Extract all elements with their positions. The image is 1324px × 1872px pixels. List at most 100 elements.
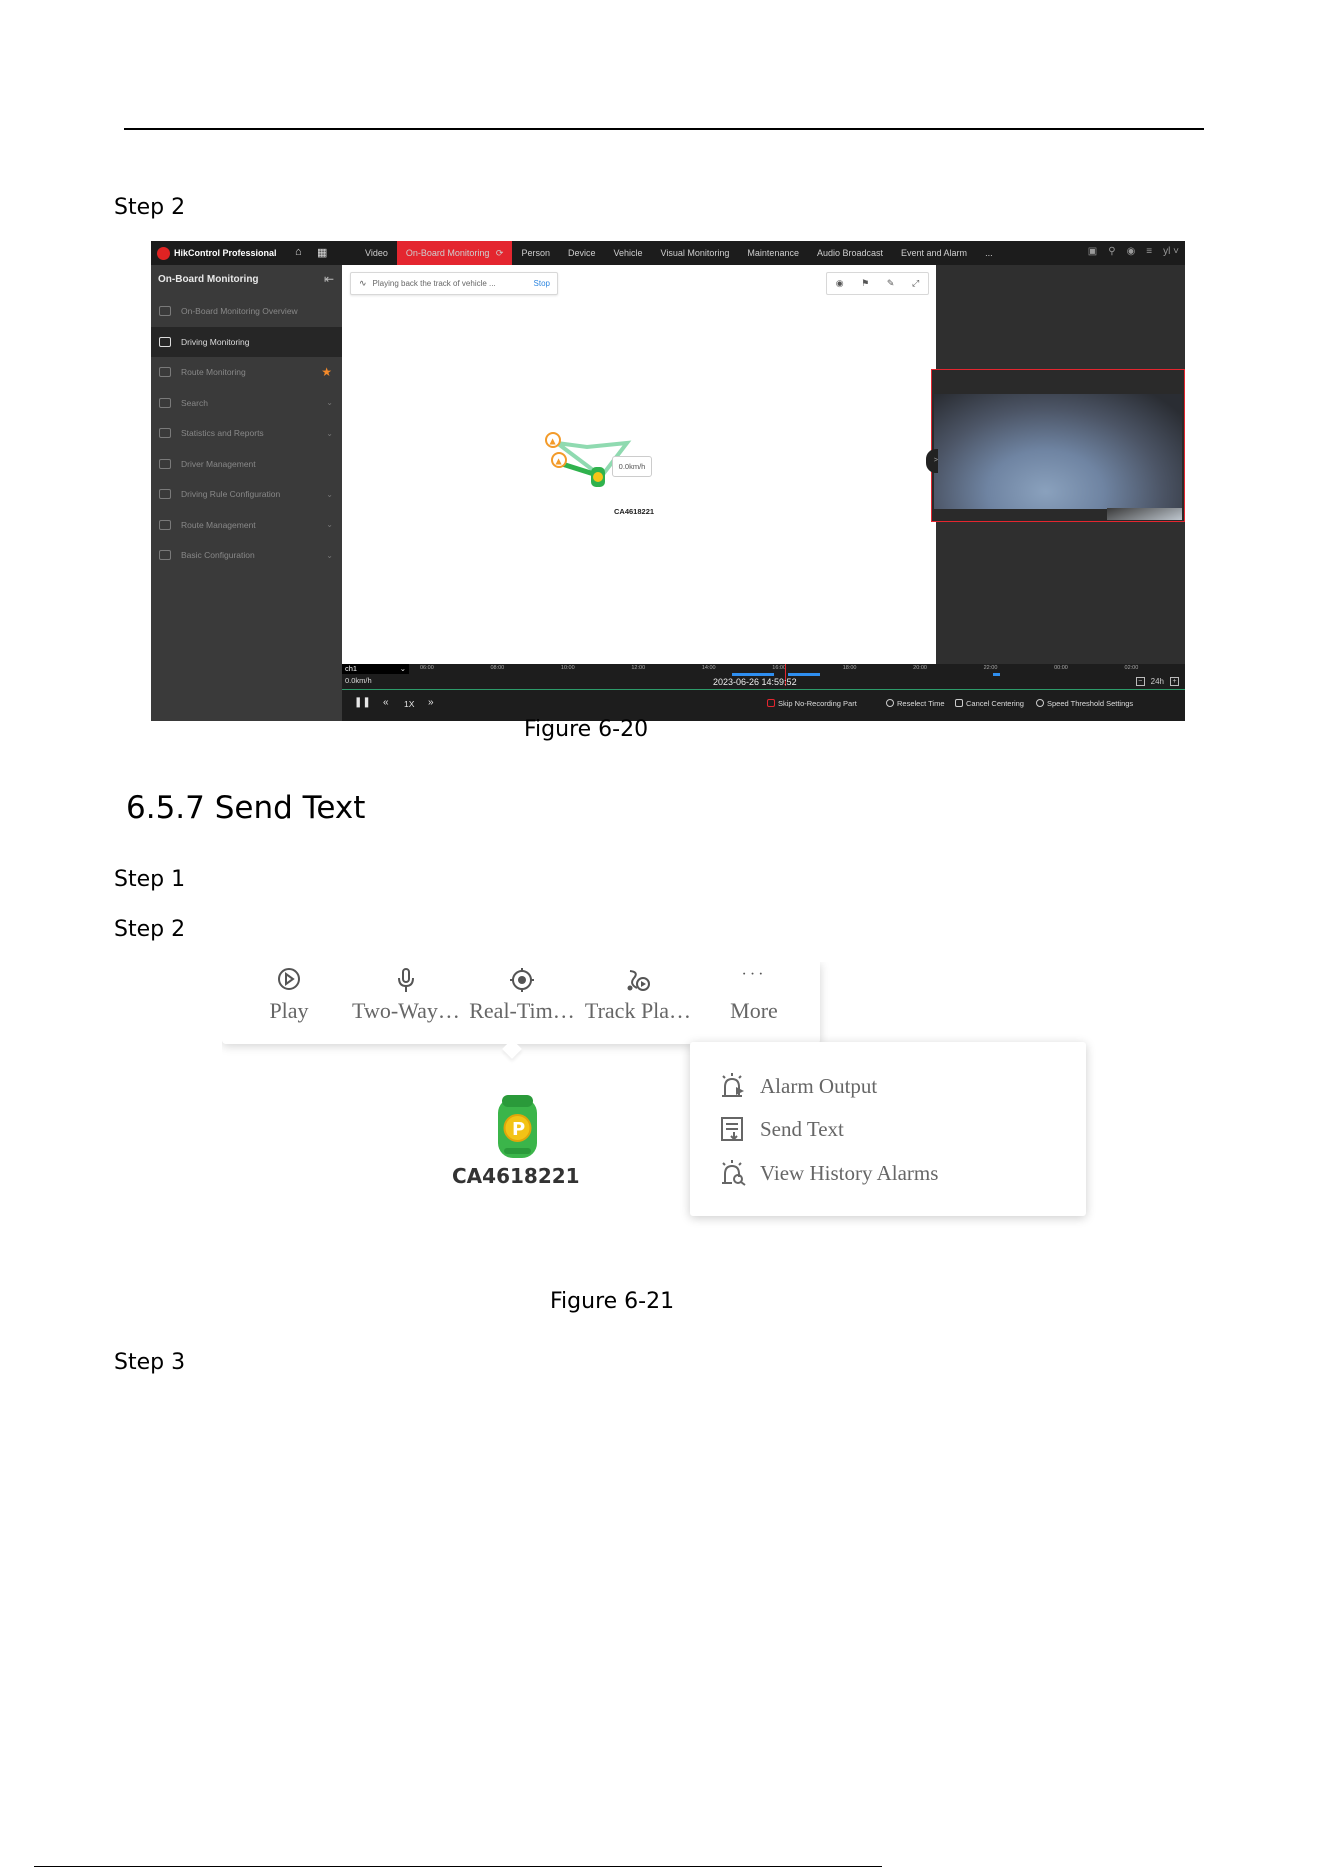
star-icon[interactable]: ★ [321, 365, 332, 379]
zoom-out-button[interactable]: − [1135, 677, 1145, 686]
collapse-sidebar-icon[interactable]: ⇤ [324, 272, 334, 286]
stop-playback-button[interactable]: Stop [534, 279, 550, 288]
footer-rule [34, 1866, 882, 1867]
menu-icon[interactable]: ≡ [1146, 246, 1152, 257]
screen-icon[interactable]: ▣ [1088, 246, 1097, 257]
edit-icon[interactable]: ✎ [887, 278, 895, 289]
chevron-down-icon[interactable]: ⌄ [326, 398, 333, 407]
rewind-button[interactable]: « [383, 697, 389, 708]
timeline-tick-label: 02:00 [1124, 665, 1139, 671]
speed-threshold-settings-button[interactable]: Speed Threshold Settings [1036, 699, 1133, 708]
refresh-icon[interactable]: ⟳ [492, 248, 504, 258]
zoom-in-button[interactable]: + [1170, 677, 1179, 686]
figure-caption: Figure 6-20 [524, 717, 649, 742]
more-action-label: More [730, 998, 778, 1023]
user-menu[interactable]: yl ˅ [1163, 246, 1179, 257]
current-time: 2023-06-26 14:59:52 [713, 677, 797, 687]
menu-item-alarm-output[interactable]: Alarm Output [720, 1071, 877, 1101]
vehicle-icon[interactable]: P [496, 1095, 539, 1161]
logo-icon [157, 246, 170, 260]
sidebar-item-icon [159, 397, 171, 408]
more-menu: Alarm Output Send Text View History Alar… [690, 1042, 1086, 1216]
sidebar-item[interactable]: Statistics and Reports ⌄ [151, 418, 342, 448]
vehicle-badge-icon [593, 472, 603, 482]
cancel-centering-button[interactable]: Cancel Centering [955, 699, 1024, 708]
tab-video[interactable]: Video [356, 241, 397, 265]
menu-item-send-text[interactable]: Send Text [720, 1114, 844, 1144]
skip-no-recording-checkbox[interactable]: Skip No-Recording Part [767, 699, 857, 708]
sidebar-item[interactable]: Route Monitoring ★ [151, 357, 342, 387]
section-heading: 6.5.7 Send Text [126, 790, 366, 826]
sidebar-item[interactable]: On-Board Monitoring Overview [151, 296, 342, 326]
sidebar-item-icon [159, 336, 171, 347]
tab-event-and-alarm[interactable]: Event and Alarm [892, 241, 976, 265]
flag-icon[interactable]: ⚑ [861, 278, 869, 289]
sidebar-item-icon [159, 458, 171, 469]
sidebar-item-label: Driver Management [181, 458, 256, 469]
reselect-time-button[interactable]: Reselect Time [886, 699, 945, 708]
more-action[interactable]: ··· More [696, 967, 812, 1024]
camera-feed-detail [1107, 508, 1182, 520]
sidebar-item[interactable]: Basic Configuration ⌄ [151, 540, 342, 570]
app-title: HikControl Professional [174, 248, 277, 258]
tab-person[interactable]: Person [512, 241, 559, 265]
sidebar-item[interactable]: Driving Rule Configuration ⌄ [151, 479, 342, 509]
cancel-centering-label: Cancel Centering [966, 699, 1024, 708]
expand-panel-icon[interactable]: > [926, 449, 938, 473]
chevron-down-icon[interactable]: ⌄ [326, 490, 333, 499]
sidebar-item[interactable]: Route Management ⌄ [151, 510, 342, 540]
step-label: Step 3 [114, 1350, 186, 1375]
clock-icon [886, 699, 894, 707]
video-window[interactable] [931, 369, 1185, 522]
progress-line [342, 689, 1185, 690]
search-icon[interactable]: ⚲ [1108, 246, 1115, 257]
channel-select[interactable]: ch1 ⌄ [342, 664, 409, 674]
timeline-tick-label: 00:00 [1054, 665, 1068, 671]
two-way-audio-action[interactable]: Two-Way… [348, 968, 464, 1024]
chevron-down-icon[interactable]: ⌄ [326, 551, 333, 560]
play-action[interactable]: Play [231, 968, 347, 1024]
chevron-down-icon[interactable]: ⌄ [326, 429, 333, 438]
vehicle-label: CA4618221 [614, 507, 655, 516]
top-navigation-bar: HikControl Professional ⌂ ▦ Video On-Boa… [151, 241, 1185, 265]
tab-audio-broadcast[interactable]: Audio Broadcast [808, 241, 892, 265]
sidebar-title: On-Board Monitoring [158, 274, 259, 285]
tab-vehicle[interactable]: Vehicle [605, 241, 652, 265]
tab-visual-monitoring[interactable]: Visual Monitoring [652, 241, 739, 265]
sidebar-item-label: Driving Rule Configuration [181, 489, 281, 499]
zoom-control: − 24h + [1135, 677, 1179, 686]
grid-menu-icon[interactable]: ▦ [317, 246, 327, 259]
toolbar-icons: ▣ ⚲ ◉ ≡ yl ˅ [1088, 246, 1179, 257]
microphone-icon-svg [398, 968, 414, 992]
checkbox-icon [767, 699, 775, 707]
tab-on-board-monitoring[interactable]: On-Board Monitoring ⟳ [396, 241, 513, 265]
sidebar-item[interactable]: Search ⌄ [151, 388, 342, 418]
eye-icon[interactable]: ◉ [836, 278, 844, 289]
fast-forward-button[interactable]: » [428, 697, 434, 708]
centering-icon [955, 699, 963, 707]
real-time-location-action[interactable]: Real-Tim… [464, 968, 580, 1024]
alarm-marker-glyph: ▲ [556, 457, 563, 466]
sidebar-item[interactable]: Driving Monitoring [151, 326, 342, 357]
vehicle-action-bar: Play Two-Way… Real-Tim… Track Pla… ··· M… [222, 962, 820, 1044]
recording-segment [993, 673, 1000, 676]
compass-icon[interactable]: ◉ [1127, 246, 1136, 257]
track-playback-action[interactable]: Track Pla… [580, 968, 696, 1024]
playback-speed[interactable]: 1X [404, 699, 414, 709]
menu-item-view-history-alarms[interactable]: View History Alarms [720, 1158, 938, 1188]
map-view[interactable]: ∿ Playing back the track of vehicle ... … [342, 265, 936, 664]
timeline-tick-label: 16:00 [772, 665, 787, 671]
sidebar-item-label: Statistics and Reports [181, 428, 264, 438]
chevron-down-icon[interactable]: ⌄ [326, 520, 333, 529]
tab-device[interactable]: Device [559, 241, 605, 265]
zoom-level: 24h [1150, 677, 1164, 686]
pause-button[interactable]: ❚❚ [354, 697, 371, 708]
sidebar-item-icon [159, 428, 171, 438]
tab-maintenance[interactable]: Maintenance [738, 241, 808, 265]
sidebar-item-icon [159, 306, 171, 316]
tab-more[interactable]: ... [976, 241, 1002, 265]
home-icon[interactable]: ⌂ [295, 246, 302, 258]
fullscreen-icon[interactable]: ⤢ [912, 278, 919, 289]
sidebar-item[interactable]: Driver Management [151, 449, 342, 479]
track-playback-label: Track Pla… [584, 998, 692, 1023]
